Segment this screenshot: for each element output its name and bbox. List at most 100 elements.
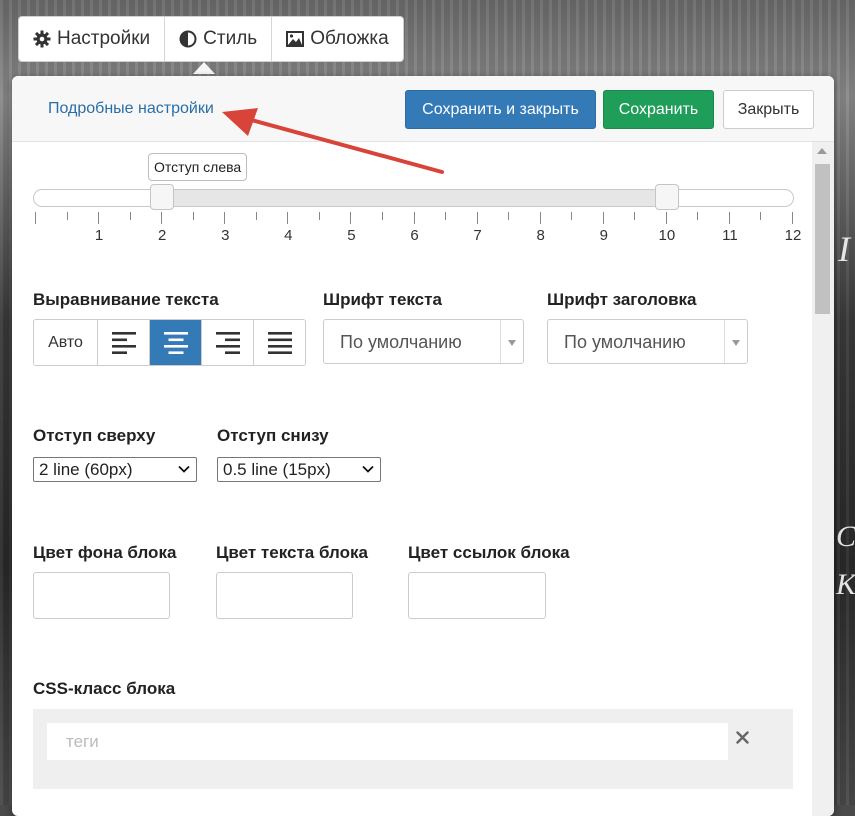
slider-handle-right[interactable]	[654, 184, 679, 210]
slider-range	[162, 190, 667, 206]
background-text-1: I	[838, 229, 850, 269]
editor-tabs: Настройки Стиль Обложка	[18, 16, 404, 62]
image-icon	[286, 30, 305, 48]
close-button[interactable]: Закрыть	[723, 90, 814, 129]
text-align-group: Авто	[33, 319, 306, 366]
padding-bottom-value: 0.5 line (15px)	[223, 459, 331, 479]
tab-settings-label: Настройки	[57, 28, 151, 49]
font-heading-separator	[724, 320, 725, 363]
padding-top-value: 2 line (60px)	[39, 459, 133, 479]
align-right-button[interactable]	[201, 320, 253, 365]
slider-tick	[697, 212, 699, 220]
align-right-icon	[215, 331, 240, 354]
slider-tick	[728, 212, 730, 224]
slider-tick	[255, 212, 257, 220]
chevron-down-icon	[178, 465, 190, 473]
align-left-button[interactable]	[97, 320, 149, 365]
link-color-label: Цвет ссылок блока	[408, 543, 570, 562]
css-class-tags-input[interactable]: теги	[47, 723, 728, 760]
slider-tick	[792, 212, 793, 224]
slider-tick	[35, 212, 36, 224]
scrollbar-thumb[interactable]	[815, 164, 830, 314]
scroll-up-icon[interactable]	[817, 148, 827, 154]
tab-style-label: Стиль	[203, 28, 258, 49]
panel-header: Подробные настройки Сохранить и закрыть …	[12, 76, 834, 174]
padding-bottom-select[interactable]: 0.5 line (15px)	[217, 457, 381, 482]
tab-style[interactable]: Стиль	[165, 17, 273, 61]
slider-tick	[476, 212, 478, 224]
text-color-label: Цвет текста блока	[216, 543, 368, 562]
slider-tick	[665, 212, 667, 224]
align-left-icon	[111, 331, 136, 354]
slider-tick	[634, 212, 636, 220]
text-align-label: Выравнивание текста	[33, 290, 219, 309]
slider-tick-label: 1	[94, 227, 104, 244]
slider-handle-left[interactable]	[150, 184, 175, 210]
style-panel: Подробные настройки Сохранить и закрыть …	[12, 76, 834, 816]
slider-tooltip: Отступ слева	[148, 153, 248, 181]
padding-top-label: Отступ сверху	[33, 426, 156, 445]
slider-tick-label: 3	[221, 227, 230, 244]
slider-tick	[161, 212, 163, 224]
slider-tick-label: 7	[473, 227, 482, 244]
slider-tick-label: 5	[347, 227, 356, 244]
css-class-container: теги	[33, 709, 793, 789]
font-text-separator	[500, 320, 501, 363]
contrast-icon	[179, 30, 197, 48]
align-center-button[interactable]	[149, 320, 201, 365]
font-text-select[interactable]: По умолчанию	[323, 319, 524, 364]
slider-tick-label: 10	[658, 227, 676, 244]
slider-tick	[350, 212, 352, 224]
margin-slider[interactable]	[33, 184, 794, 210]
slider-tick	[66, 212, 68, 220]
font-heading-select[interactable]: По умолчанию	[547, 319, 748, 364]
close-icon[interactable]	[736, 731, 749, 744]
slider-tick	[539, 212, 541, 224]
bg-color-input[interactable]	[33, 572, 170, 619]
slider-tick-label: 8	[536, 227, 545, 244]
css-class-label: CSS-класс блока	[33, 679, 176, 698]
font-heading-value: По умолчанию	[564, 332, 686, 352]
slider-tick-label: 2	[157, 227, 167, 244]
chevron-down-icon	[362, 465, 374, 473]
font-heading-label: Шрифт заголовка	[547, 290, 697, 309]
slider-tick-label: 9	[599, 227, 608, 244]
font-text-value: По умолчанию	[340, 332, 462, 352]
padding-top-select[interactable]: 2 line (60px)	[33, 457, 197, 482]
link-color-input[interactable]	[408, 572, 546, 619]
slider-tick	[129, 212, 131, 220]
save-button[interactable]: Сохранить	[603, 90, 714, 129]
slider-tick	[760, 212, 762, 220]
align-auto-button[interactable]: Авто	[34, 320, 97, 365]
bg-color-label: Цвет фона блока	[33, 543, 177, 562]
slider-tick	[413, 212, 415, 224]
tab-cover-label: Обложка	[310, 28, 389, 49]
slider-tick	[192, 212, 194, 220]
chevron-down-icon	[508, 340, 516, 346]
tab-settings[interactable]: Настройки	[19, 17, 166, 61]
slider-tick-label: 12	[784, 227, 802, 244]
tab-cover[interactable]: Обложка	[272, 17, 402, 61]
slider-tick	[98, 212, 100, 224]
slider-tick-label: 4	[284, 227, 293, 244]
text-color-input[interactable]	[216, 572, 353, 619]
gear-icon	[33, 30, 51, 48]
background-text-2: C	[836, 520, 855, 553]
slider-tick	[318, 212, 320, 220]
font-text-label: Шрифт текста	[323, 290, 442, 309]
align-justify-icon	[267, 331, 292, 354]
slider-tick	[224, 212, 226, 224]
active-tab-pointer	[193, 62, 215, 74]
align-justify-button[interactable]	[253, 320, 305, 365]
slider-tick-label: 11	[722, 227, 738, 244]
chevron-down-icon	[732, 340, 740, 346]
slider-tick	[445, 212, 447, 220]
scrollbar[interactable]	[812, 142, 834, 816]
advanced-settings-link[interactable]: Подробные настройки	[48, 100, 214, 118]
save-and-close-button[interactable]: Сохранить и закрыть	[405, 90, 596, 129]
background-text-3: K	[836, 568, 855, 601]
slider-tick	[287, 212, 289, 224]
align-center-icon	[163, 331, 188, 354]
slider-tick	[571, 212, 573, 220]
slider-tick	[508, 212, 510, 220]
